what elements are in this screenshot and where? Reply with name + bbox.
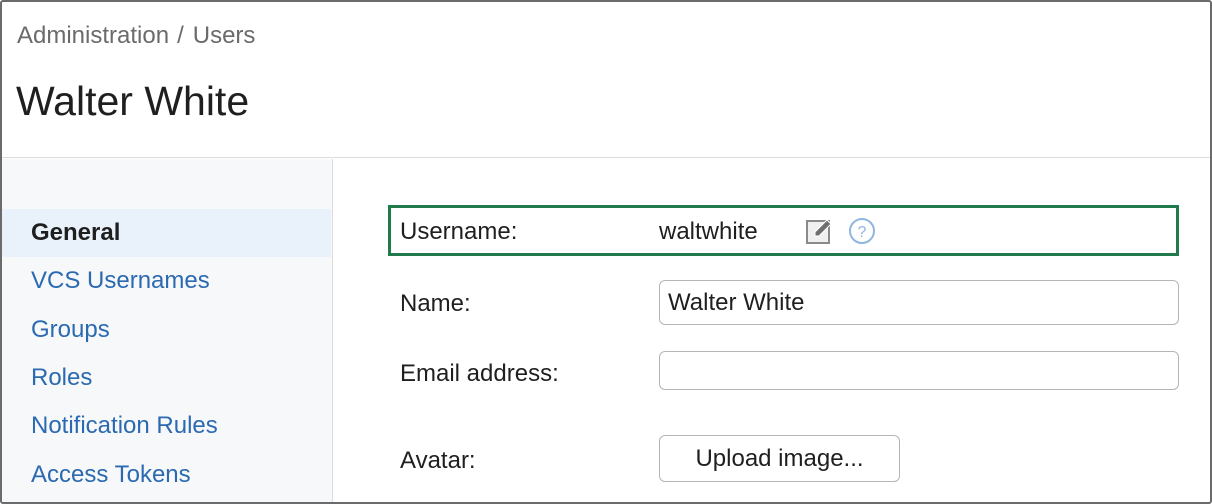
sidebar-item-general[interactable]: General	[2, 209, 331, 257]
name-input[interactable]	[659, 280, 1179, 325]
email-label: Email address:	[400, 360, 559, 387]
breadcrumb: Administration / Users	[17, 22, 255, 50]
page-header: Administration / Users Walter White	[2, 2, 1210, 158]
sidebar-item-vcs-usernames[interactable]: VCS Usernames	[2, 257, 331, 305]
breadcrumb-separator: /	[177, 22, 184, 49]
svg-text:?: ?	[858, 224, 867, 241]
username-value: waltwhite	[659, 218, 758, 245]
window-frame: Administration / Users Walter White Genera…	[0, 0, 1212, 504]
breadcrumb-administration[interactable]: Administration	[17, 22, 169, 49]
breadcrumb-users[interactable]: Users	[193, 22, 256, 49]
help-icon[interactable]: ?	[848, 217, 876, 245]
username-label: Username:	[400, 218, 518, 245]
sidebar-item-groups[interactable]: Groups	[2, 306, 331, 354]
email-input[interactable]	[659, 351, 1179, 390]
page-title: Walter White	[16, 78, 250, 124]
name-label: Name:	[400, 290, 471, 317]
edit-icon[interactable]	[805, 218, 835, 246]
sidebar-item-roles[interactable]: Roles	[2, 354, 331, 402]
upload-image-button[interactable]: Upload image...	[659, 435, 900, 482]
sidebar-item-notification-rules[interactable]: Notification Rules	[2, 402, 331, 450]
avatar-label: Avatar:	[400, 447, 476, 474]
sidebar-item-access-tokens[interactable]: Access Tokens	[2, 451, 331, 499]
sidebar: General VCS Usernames Groups Roles Notif…	[2, 159, 333, 502]
